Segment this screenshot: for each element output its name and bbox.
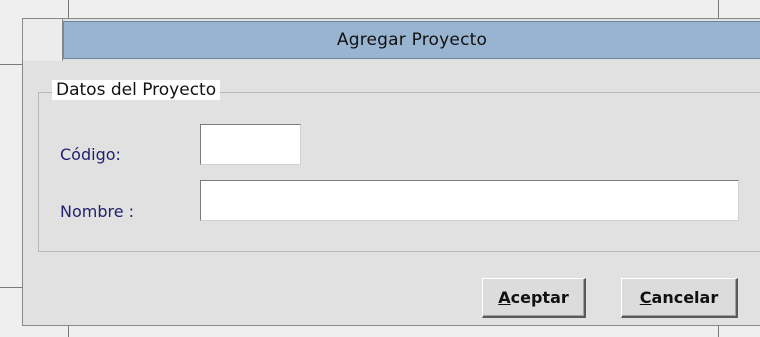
datos-proyecto-groupbox <box>38 92 760 252</box>
codigo-label: Código: <box>60 145 121 164</box>
background-gridline-vertical-bottom-right <box>718 326 719 337</box>
background-gridline-vertical-left <box>68 0 69 18</box>
nombre-label: Nombre : <box>60 202 135 221</box>
cancelar-label-rest: ancelar <box>651 288 719 307</box>
screen: Agregar Proyecto Datos del Proyecto Códi… <box>0 0 760 337</box>
background-gridline-horizontal-left <box>0 64 22 65</box>
nombre-input[interactable] <box>200 180 739 221</box>
groupbox-legend: Datos del Proyecto <box>52 80 221 100</box>
aceptar-label-rest: ceptar <box>510 288 569 307</box>
aceptar-button[interactable]: Aceptar <box>482 278 586 318</box>
cancelar-mnemonic: C <box>639 288 652 307</box>
background-gridline-horizontal-left-2 <box>0 287 22 288</box>
background-gridline-vertical-bottom-left <box>68 326 69 337</box>
dialog-titlebar[interactable]: Agregar Proyecto <box>23 19 760 61</box>
aceptar-mnemonic: A <box>498 288 511 307</box>
background-gridline-vertical-right <box>718 0 719 18</box>
titlebar-fill: Agregar Proyecto <box>63 21 760 59</box>
titlebar-corner-box <box>23 19 63 61</box>
codigo-input[interactable] <box>200 124 301 165</box>
dialog-title: Agregar Proyecto <box>336 30 488 50</box>
cancelar-button[interactable]: Cancelar <box>621 278 738 318</box>
